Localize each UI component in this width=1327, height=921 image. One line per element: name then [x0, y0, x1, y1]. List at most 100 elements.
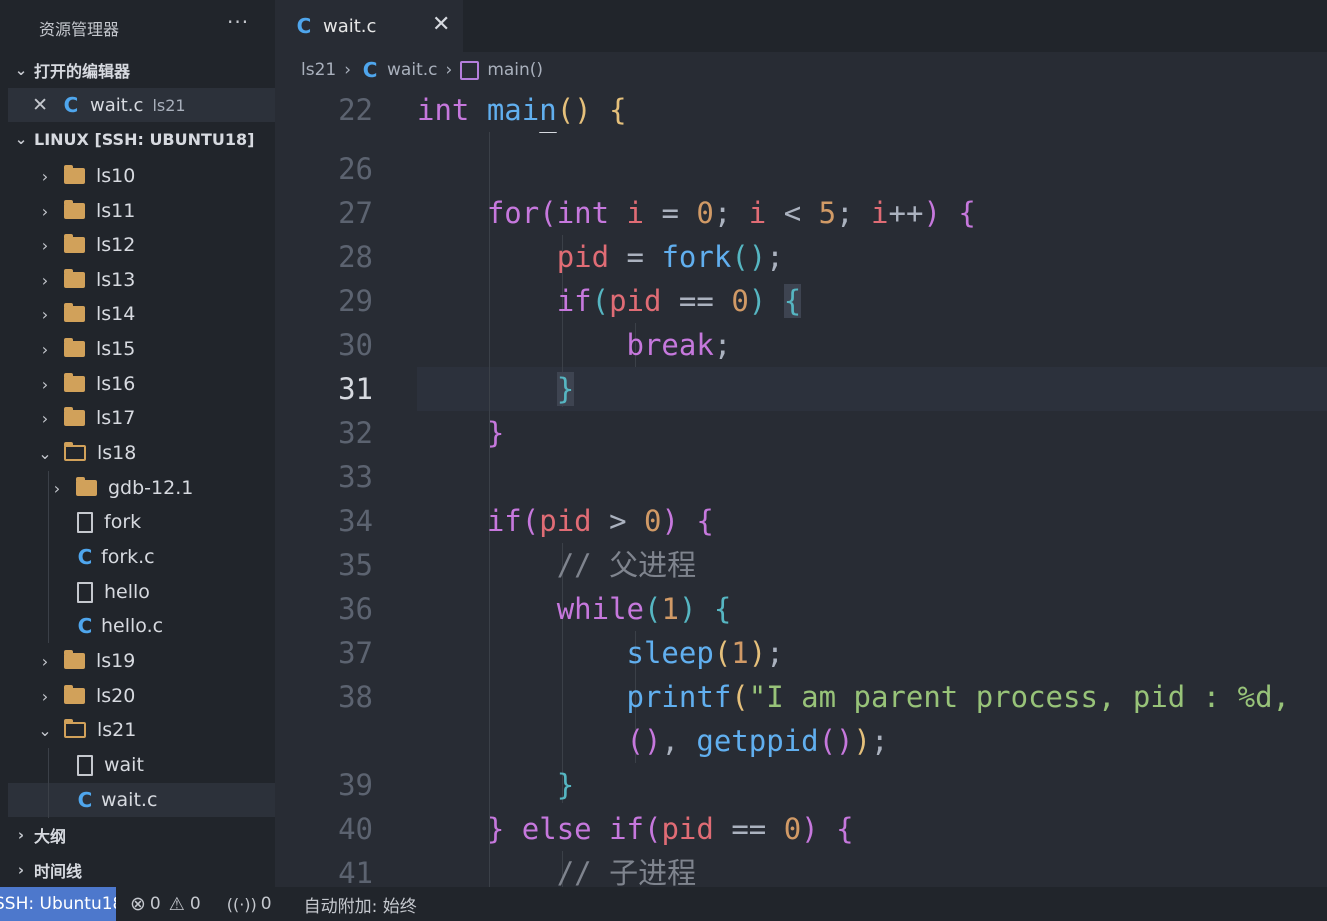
folder-icon — [64, 338, 85, 357]
tree-item-ls16[interactable]: › ls16 — [8, 367, 275, 401]
outline-section[interactable]: › 大纲 — [8, 819, 275, 851]
code-line: 34 if(pid > 0) { — [275, 499, 1327, 543]
auto-attach-indicator[interactable]: 自动附加: 始终 — [304, 892, 417, 917]
chevron-right-icon: › — [41, 339, 49, 359]
tree-label: hello.c — [101, 615, 164, 637]
tree-label: hello — [104, 581, 150, 603]
line-number: 28 — [338, 240, 373, 274]
tree-label: ls18 — [97, 442, 137, 464]
folder-icon — [76, 477, 97, 496]
c-file-icon: C — [77, 614, 93, 638]
open-editor-name: wait.c — [90, 94, 144, 116]
tree-item-ls20[interactable]: › ls20 — [8, 679, 275, 713]
tree-item-ls11[interactable]: › ls11 — [8, 194, 275, 228]
explorer-title: 资源管理器 — [39, 20, 120, 39]
code-editor[interactable]: pid_t pid; 22int main() { 26 27 for(int … — [275, 88, 1327, 887]
workspace-section[interactable]: ⌄ LINUX [SSH: UBUNTU18] — [8, 123, 275, 155]
chevron-right-icon: › — [41, 235, 49, 255]
chevron-right-icon: › — [17, 861, 25, 879]
folder-icon — [64, 165, 85, 184]
breadcrumb-folder[interactable]: ls21 — [301, 60, 336, 80]
workspace-label: LINUX [SSH: UBUNTU18] — [34, 129, 255, 149]
chevron-right-icon: › — [17, 826, 25, 844]
line-number: 35 — [338, 548, 373, 582]
remote-indicator[interactable]: SSH: Ubuntu18 — [0, 887, 116, 921]
chevron-right-icon: › — [41, 374, 49, 394]
timeline-section[interactable]: › 时间线 — [8, 854, 275, 886]
line-number: 27 — [338, 196, 373, 230]
folder-icon — [64, 234, 85, 253]
tree-label: ls17 — [96, 407, 136, 429]
chevron-right-icon: › — [445, 60, 453, 80]
ports-indicator[interactable]: ((·)) 0 — [227, 894, 272, 914]
tree-item-ls14[interactable]: › ls14 — [8, 297, 275, 331]
code-line: 35 // 父进程 — [275, 543, 1327, 587]
folder-icon — [64, 685, 85, 704]
code-line-current: 31 } — [275, 367, 1327, 411]
tree-label: ls19 — [96, 650, 136, 672]
tree-item-ls17[interactable]: › ls17 — [8, 401, 275, 435]
breadcrumb-symbol[interactable]: main() — [487, 60, 543, 80]
tree-item-ls10[interactable]: › ls10 — [8, 159, 275, 193]
folder-open-icon — [64, 442, 86, 461]
remote-label: SSH: Ubuntu18 — [0, 894, 116, 914]
chevron-down-icon: ⌄ — [14, 61, 28, 79]
tree-item-ls15[interactable]: › ls15 — [8, 332, 275, 366]
tab-bar: C wait.c ✕ — [275, 0, 1327, 52]
ports-count: 0 — [260, 894, 272, 914]
open-editors-section[interactable]: ⌄ 打开的编辑器 — [8, 54, 275, 86]
chevron-down-icon: ⌄ — [38, 720, 52, 740]
line-number: 22 — [338, 93, 373, 127]
line-number: 29 — [338, 284, 373, 318]
code-line: 38 printf("I am parent process, pid : %d… — [275, 675, 1327, 719]
code-line: 29 if(pid == 0) { — [275, 279, 1327, 323]
c-file-icon: C — [77, 545, 93, 569]
line-number: 40 — [338, 812, 373, 846]
open-editor-folder: ls21 — [152, 95, 186, 115]
breadcrumb-file[interactable]: wait.c — [387, 60, 437, 80]
c-file-icon: C — [362, 58, 378, 82]
tree-label: ls13 — [96, 269, 136, 291]
tree-label: ls14 — [96, 303, 136, 325]
tab-label: wait.c — [323, 15, 377, 37]
sticky-scroll-line[interactable]: 22 int main() { — [275, 88, 1327, 132]
error-count: 0 — [149, 894, 161, 914]
method-cube-icon — [460, 60, 480, 80]
code-line: 36 while(1) { — [275, 587, 1327, 631]
status-bar: SSH: Ubuntu18 ⊗ 0 ⚠ 0 ((·)) 0 自动附加: 始终 — [0, 887, 1327, 921]
tree-item-ls13[interactable]: › ls13 — [8, 263, 275, 297]
tree-label: ls12 — [96, 234, 136, 256]
tree-item-ls21[interactable]: ⌄ ls21 — [8, 713, 275, 747]
line-number: 41 — [338, 856, 373, 887]
open-editor-item[interactable]: ✕ C wait.c ls21 — [8, 88, 275, 122]
tree-label: ls15 — [96, 338, 136, 360]
tree-item-ls18[interactable]: ⌄ ls18 — [8, 436, 275, 470]
tree-item-ls12[interactable]: › ls12 — [8, 228, 275, 262]
code-line: 27 for(int i = 0; i < 5; i++) { — [275, 191, 1327, 235]
close-icon[interactable]: ✕ — [8, 94, 48, 116]
more-actions-icon[interactable]: ··· — [227, 10, 249, 34]
tab-wait-c[interactable]: C wait.c ✕ — [275, 0, 463, 52]
code-line: 26 — [275, 147, 1327, 191]
warning-icon: ⚠ — [168, 893, 185, 915]
problems-indicator[interactable]: ⊗ 0 ⚠ 0 — [130, 893, 201, 915]
folder-icon — [64, 407, 85, 426]
tree-label: wait — [104, 754, 144, 776]
line-number: 30 — [338, 328, 373, 362]
outline-label: 大纲 — [34, 827, 67, 846]
chevron-down-icon: ⌄ — [38, 443, 52, 463]
chevron-right-icon: › — [41, 270, 49, 290]
tree-label: wait.c — [101, 789, 158, 811]
code-line: 39 } — [275, 763, 1327, 807]
line-number: 37 — [338, 636, 373, 670]
tree-label: ls11 — [96, 200, 136, 222]
tree-label: ls10 — [96, 165, 136, 187]
tree-item-ls19[interactable]: › ls19 — [8, 644, 275, 678]
tree-label: ls20 — [96, 685, 136, 707]
auto-attach-label: 自动附加: 始终 — [303, 896, 417, 917]
close-icon[interactable]: ✕ — [432, 12, 450, 37]
file-icon — [77, 581, 93, 603]
timeline-label: 时间线 — [34, 862, 83, 881]
tree-label: fork.c — [101, 546, 155, 568]
c-file-icon: C — [296, 14, 312, 38]
